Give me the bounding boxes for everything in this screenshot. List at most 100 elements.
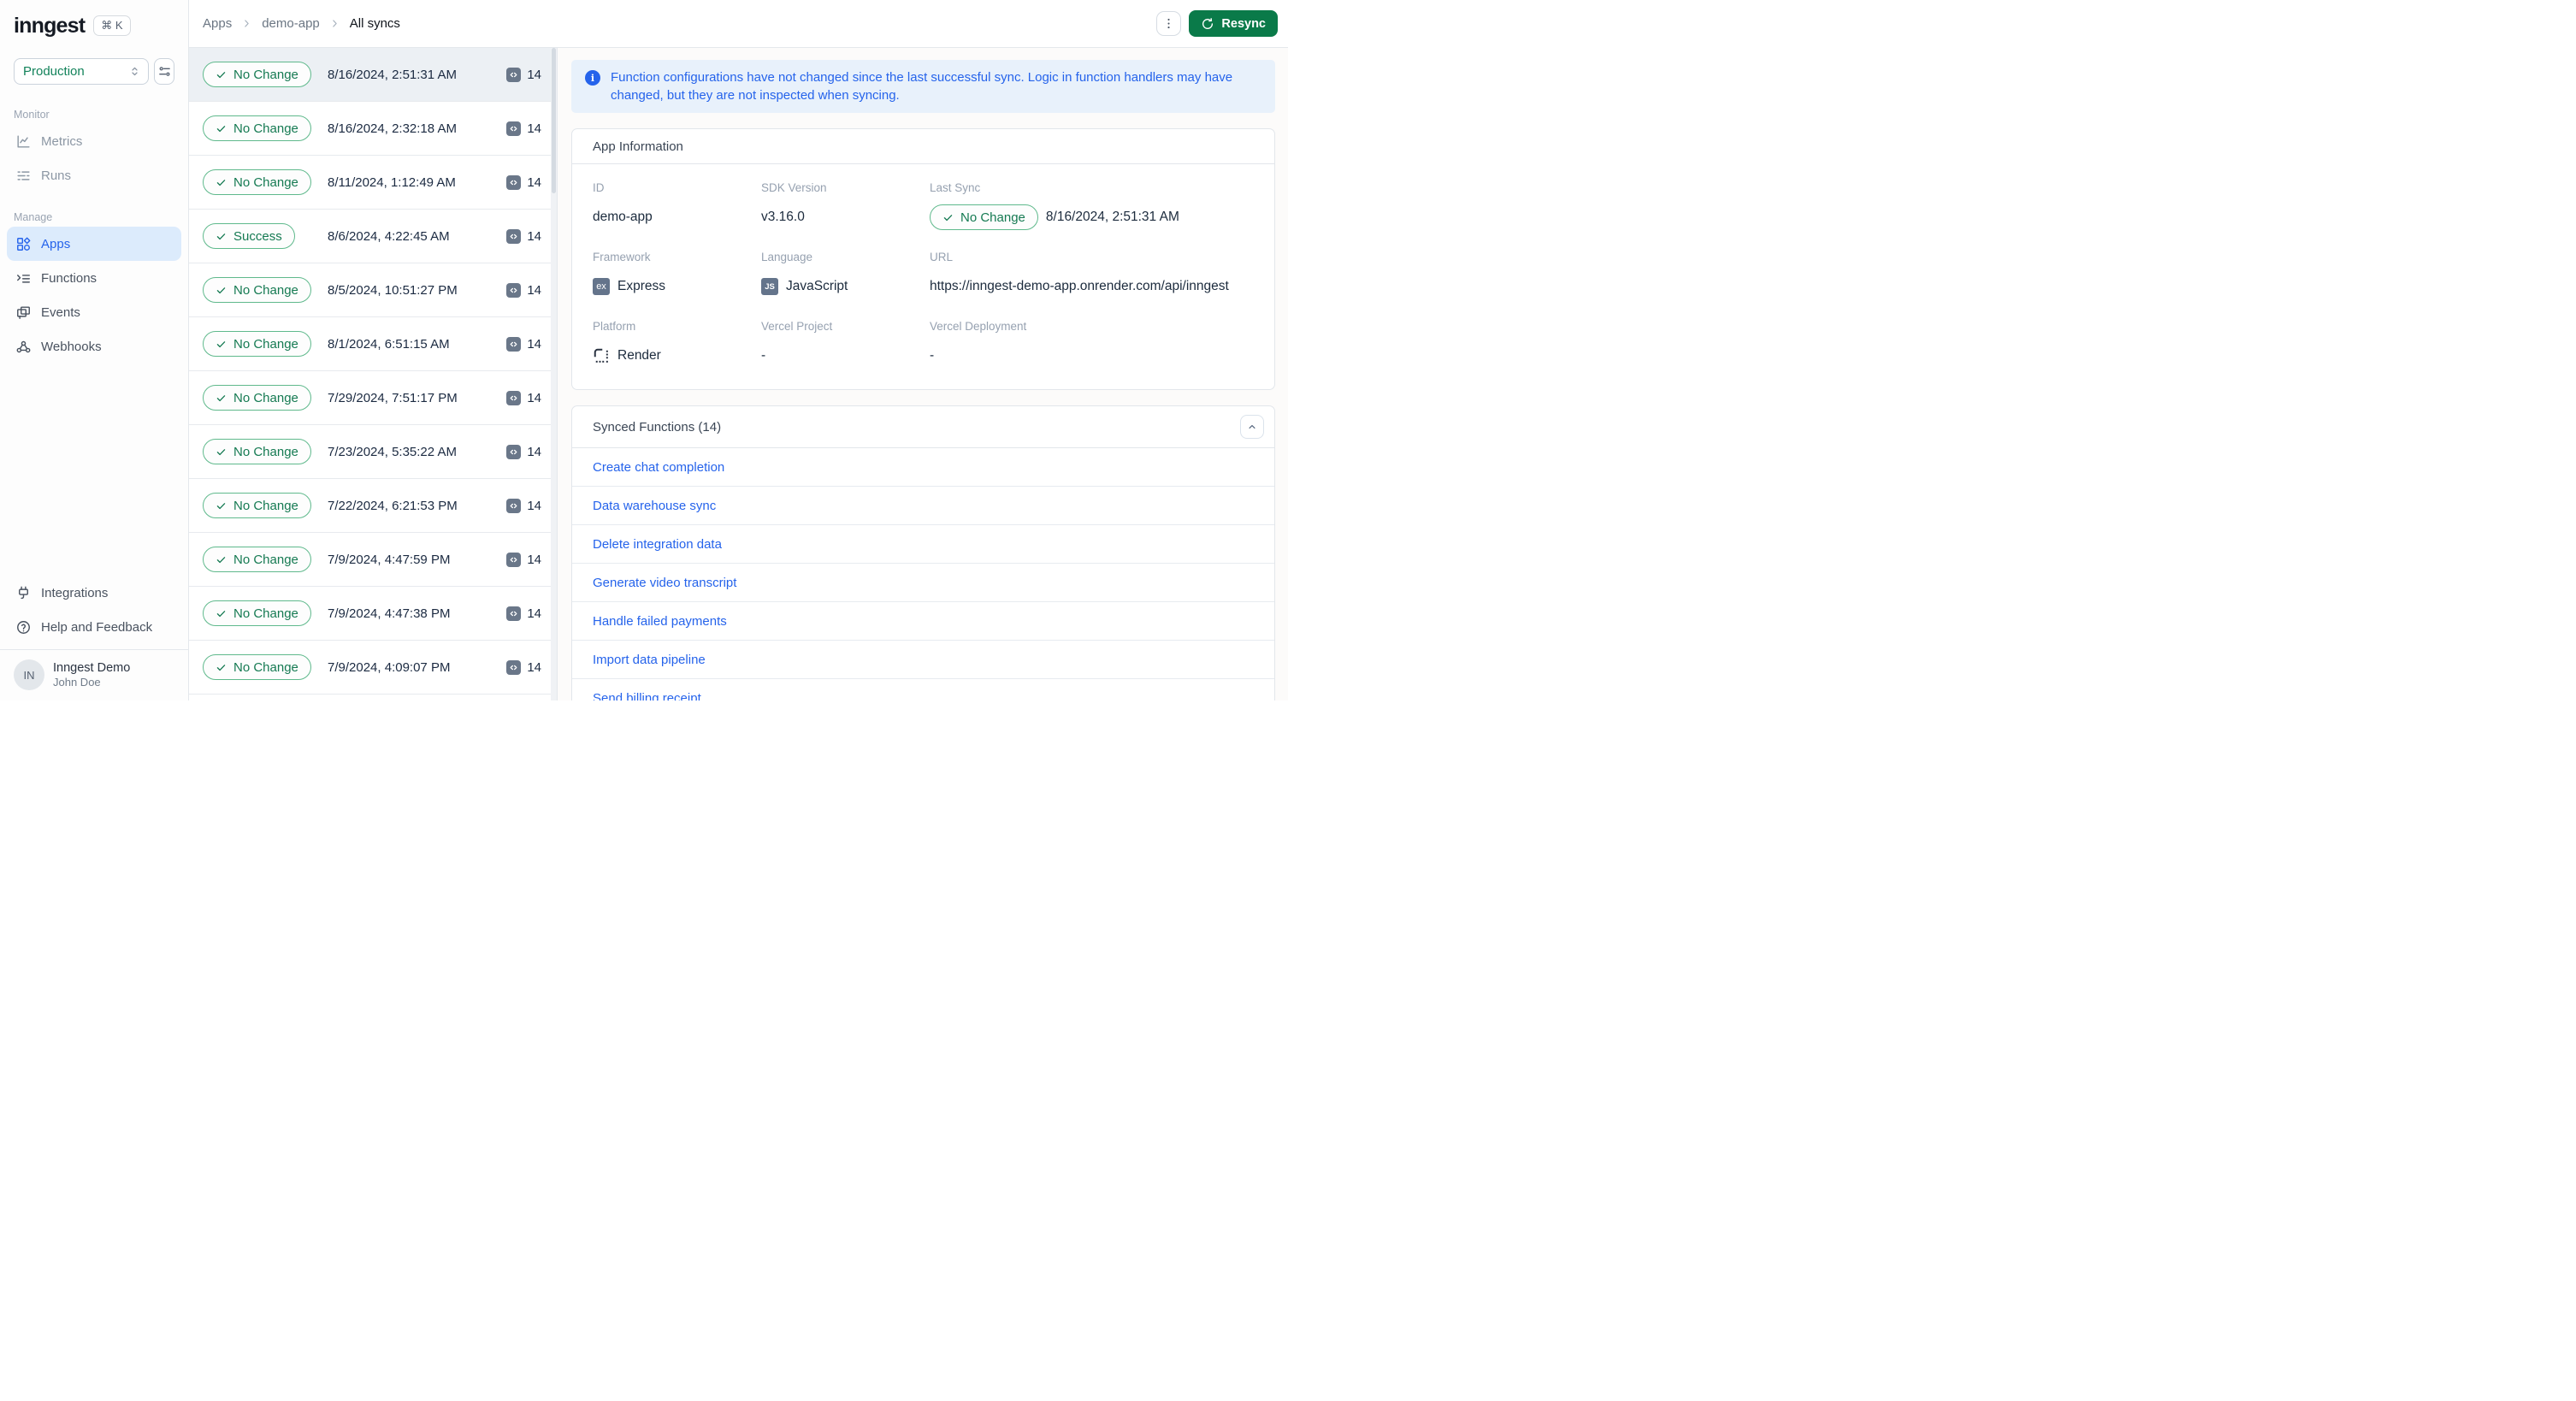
webhooks-icon (15, 339, 32, 355)
sync-function-count: 14 (506, 174, 541, 190)
sidebar-item-metrics[interactable]: Metrics (7, 124, 181, 158)
express-framework-icon: ex (593, 278, 610, 295)
sync-status-badge: No Change (203, 600, 311, 626)
resync-button[interactable]: Resync (1189, 10, 1278, 37)
collapse-button[interactable] (1240, 415, 1264, 439)
field-value: v3.16.0 (761, 210, 805, 224)
check-icon (216, 177, 227, 188)
more-options-button[interactable] (1156, 11, 1182, 36)
field-value: ex Express (593, 274, 751, 299)
app-info-field: Vercel Project - (761, 320, 930, 369)
chevron-up-down-icon (128, 65, 141, 78)
sync-function-count: 14 (506, 390, 541, 405)
sidebar-item-integrations[interactable]: Integrations (7, 576, 181, 610)
field-label: Platform (593, 320, 636, 333)
sync-timestamp: 7/9/2024, 4:09:07 PM (328, 659, 451, 675)
app-info-field: Last Sync No Change 8/16/2024, 2:51:31 AM (930, 181, 1254, 230)
sidebar-item-apps[interactable]: Apps (7, 227, 181, 261)
app-info-field: Vercel Deployment - (930, 320, 1254, 369)
sync-detail-panel: i Function configurations have not chang… (558, 48, 1288, 700)
function-link[interactable]: Delete integration data (593, 537, 722, 552)
code-icon (506, 606, 522, 621)
breadcrumb: Apps demo-app All syncs (203, 16, 400, 31)
code-icon (506, 228, 522, 244)
breadcrumb-demo-app[interactable]: demo-app (262, 16, 320, 31)
topbar: Apps demo-app All syncs Resync (189, 0, 1288, 48)
synced-functions-list: Create chat completion Data warehouse syn… (572, 448, 1274, 700)
field-label: SDK Version (761, 181, 827, 194)
apps-grid-icon (15, 236, 32, 252)
app-info-field: SDK Version v3.16.0 (761, 181, 930, 230)
app-info-grid: ID demo-app SDK Version v3.16.0 Last Sync No … (572, 164, 1274, 389)
check-icon (216, 446, 227, 458)
environment-selector[interactable]: Production (14, 58, 149, 85)
code-icon (506, 390, 522, 405)
sync-list-rows: No Change 8/16/2024, 2:51:31 AM 14 No Chang… (189, 48, 557, 695)
synced-function-row: Import data pipeline (572, 641, 1274, 679)
sync-function-count: 14 (506, 121, 541, 136)
synced-function-row: Handle failed payments (572, 602, 1274, 641)
sidebar-section-manage: Manage (14, 211, 53, 223)
sync-list-item[interactable]: No Change 7/9/2024, 4:09:07 PM 14 (189, 641, 557, 695)
sync-list-item[interactable]: No Change 8/11/2024, 1:12:49 AM 14 (189, 156, 557, 210)
app-root: inngest ⌘ K Production Monitor Metrics R… (0, 0, 1288, 700)
sidebar-item-functions[interactable]: Functions (7, 261, 181, 295)
kebab-menu-icon (1161, 16, 1176, 31)
environment-settings-button[interactable] (154, 58, 174, 85)
sync-status-badge: No Change (203, 331, 311, 357)
field-value: demo-app (593, 210, 653, 224)
info-banner-text: Function configurations have not changed… (611, 70, 1233, 103)
scrollbar-thumb[interactable] (552, 48, 556, 193)
app-info-field: URL https://inngest-demo-app.onrender.com… (930, 251, 1254, 299)
command-k-shortcut[interactable]: ⌘ K (93, 15, 131, 36)
user-organization: Inngest Demo (53, 661, 131, 675)
function-link[interactable]: Data warehouse sync (593, 499, 716, 513)
user-menu[interactable]: IN Inngest Demo John Doe (0, 650, 188, 700)
sidebar-item-runs[interactable]: Runs (7, 158, 181, 192)
function-link[interactable]: Handle failed payments (593, 614, 727, 629)
sync-list-item[interactable]: No Change 8/16/2024, 2:51:31 AM 14 (189, 48, 557, 102)
inngest-logo[interactable]: inngest (14, 14, 86, 38)
check-icon (216, 608, 227, 619)
function-link[interactable]: Send billing receipt (593, 691, 701, 701)
sync-timestamp: 8/5/2024, 10:51:27 PM (328, 282, 458, 298)
synced-functions-card: Synced Functions (14) Create chat comple… (571, 405, 1275, 700)
sync-list-item[interactable]: No Change 8/1/2024, 6:51:15 AM 14 (189, 317, 557, 371)
field-value: - (761, 348, 766, 363)
sidebar-item-help-and-feedback[interactable]: Help and Feedback (7, 610, 181, 644)
function-link[interactable]: Create chat completion (593, 460, 724, 475)
sync-list-item[interactable]: No Change 8/5/2024, 10:51:27 PM 14 (189, 263, 557, 317)
function-link[interactable]: Import data pipeline (593, 653, 706, 667)
sliders-icon (157, 64, 172, 79)
sync-list-scrollbar[interactable] (551, 48, 557, 700)
sync-list-item[interactable]: No Change 7/22/2024, 6:21:53 PM 14 (189, 479, 557, 533)
app-info-field: ID demo-app (593, 181, 761, 230)
breadcrumb-all-syncs: All syncs (349, 16, 400, 31)
sidebar-item-webhooks[interactable]: Webhooks (7, 329, 181, 364)
sync-status-badge: No Change (203, 169, 311, 195)
code-icon (506, 659, 522, 675)
function-link[interactable]: Generate video transcript (593, 576, 736, 590)
code-icon (506, 498, 522, 513)
field-label: Vercel Project (761, 320, 833, 333)
check-icon (216, 69, 227, 80)
sync-status-badge: No Change (203, 385, 311, 411)
chevron-right-icon (329, 18, 340, 29)
check-icon (942, 212, 954, 223)
sidebar-item-events[interactable]: Events (7, 295, 181, 329)
sync-list-item[interactable]: Success 8/6/2024, 4:22:45 AM 14 (189, 210, 557, 263)
field-value: Render (593, 343, 751, 369)
check-icon (216, 123, 227, 134)
sync-list-item[interactable]: No Change 7/23/2024, 5:35:22 AM 14 (189, 425, 557, 479)
refresh-icon (1201, 17, 1214, 31)
sync-list-item[interactable]: No Change 7/9/2024, 4:47:38 PM 14 (189, 587, 557, 641)
sync-list-item[interactable]: No Change 8/16/2024, 2:32:18 AM 14 (189, 102, 557, 156)
sync-status-badge: No Change (203, 547, 311, 572)
check-icon (216, 662, 227, 673)
breadcrumb-apps[interactable]: Apps (203, 16, 232, 31)
sync-timestamp: 8/11/2024, 1:12:49 AM (328, 174, 456, 190)
sync-timestamp: 8/16/2024, 2:51:31 AM (328, 67, 457, 82)
synced-function-row: Send billing receipt (572, 679, 1274, 701)
sync-list-item[interactable]: No Change 7/9/2024, 4:47:59 PM 14 (189, 533, 557, 587)
sync-list-item[interactable]: No Change 7/29/2024, 7:51:17 PM 14 (189, 371, 557, 425)
